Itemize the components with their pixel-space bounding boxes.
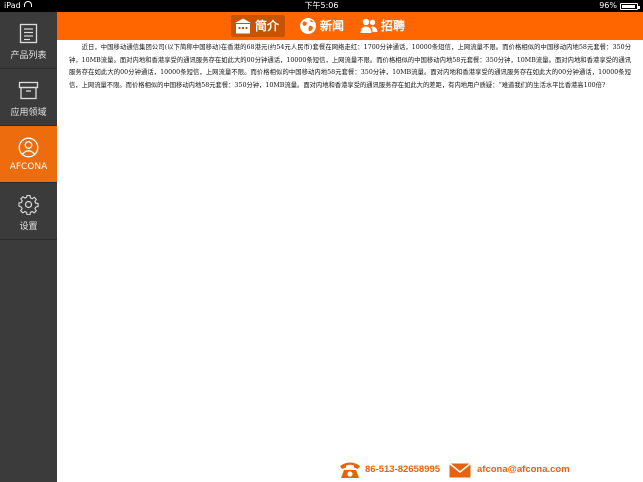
main-content: 近日，中国移动通信集团公司(以下简称中国移动)在香港的68港元(约54元人民币)… [57,40,643,482]
sidebar-item-label: 设置 [19,222,38,232]
tab-label: 简介 [255,19,280,33]
tab-recruitment[interactable]: 招聘 [357,15,417,37]
clock: 下午5:06 [304,1,339,10]
email-address: afcona@afcona.com [477,464,570,475]
globe-icon [300,18,316,34]
person-icon [18,137,39,158]
contact-phone[interactable]: 86-513-82658995 [338,460,448,480]
sidebar-item-label: 产品列表 [10,51,47,61]
battery-level [622,5,635,8]
gear-icon [18,194,39,215]
contact-email[interactable]: afcona@afcona.com [448,460,578,480]
status-bar: iPad 下午5:06 96% [0,0,643,12]
tab-news[interactable]: 新闻 [296,15,352,37]
sidebar-item-product-list[interactable]: 产品列表 [0,12,57,69]
mail-icon [449,462,471,478]
building-icon [235,18,251,34]
sidebar-item-settings[interactable]: 设置 [0,183,57,240]
phone-number: 86-513-82658995 [365,464,441,475]
battery-percent: 96% [599,1,617,10]
tab-label: 招聘 [381,19,406,33]
list-icon [19,23,38,44]
sidebar: 产品列表 应用领域 AFCONA 设置 [0,12,57,482]
battery-icon [620,3,640,10]
top-nav: 简介 新闻 招聘 [57,12,643,40]
phone-icon [340,462,360,478]
sidebar-item-label: AFCONA [9,162,48,172]
sidebar-item-afcona[interactable]: AFCONA [0,126,57,183]
article-body: 近日，中国移动通信集团公司(以下简称中国移动)在香港的68港元(约54元人民币)… [69,44,631,89]
people-icon [360,18,378,33]
sidebar-item-label: 应用领域 [10,108,47,118]
box-icon [18,81,39,100]
tab-label: 新闻 [320,19,345,33]
sidebar-item-applications[interactable]: 应用领域 [0,69,57,126]
tab-introduction[interactable]: 简介 [231,15,285,37]
